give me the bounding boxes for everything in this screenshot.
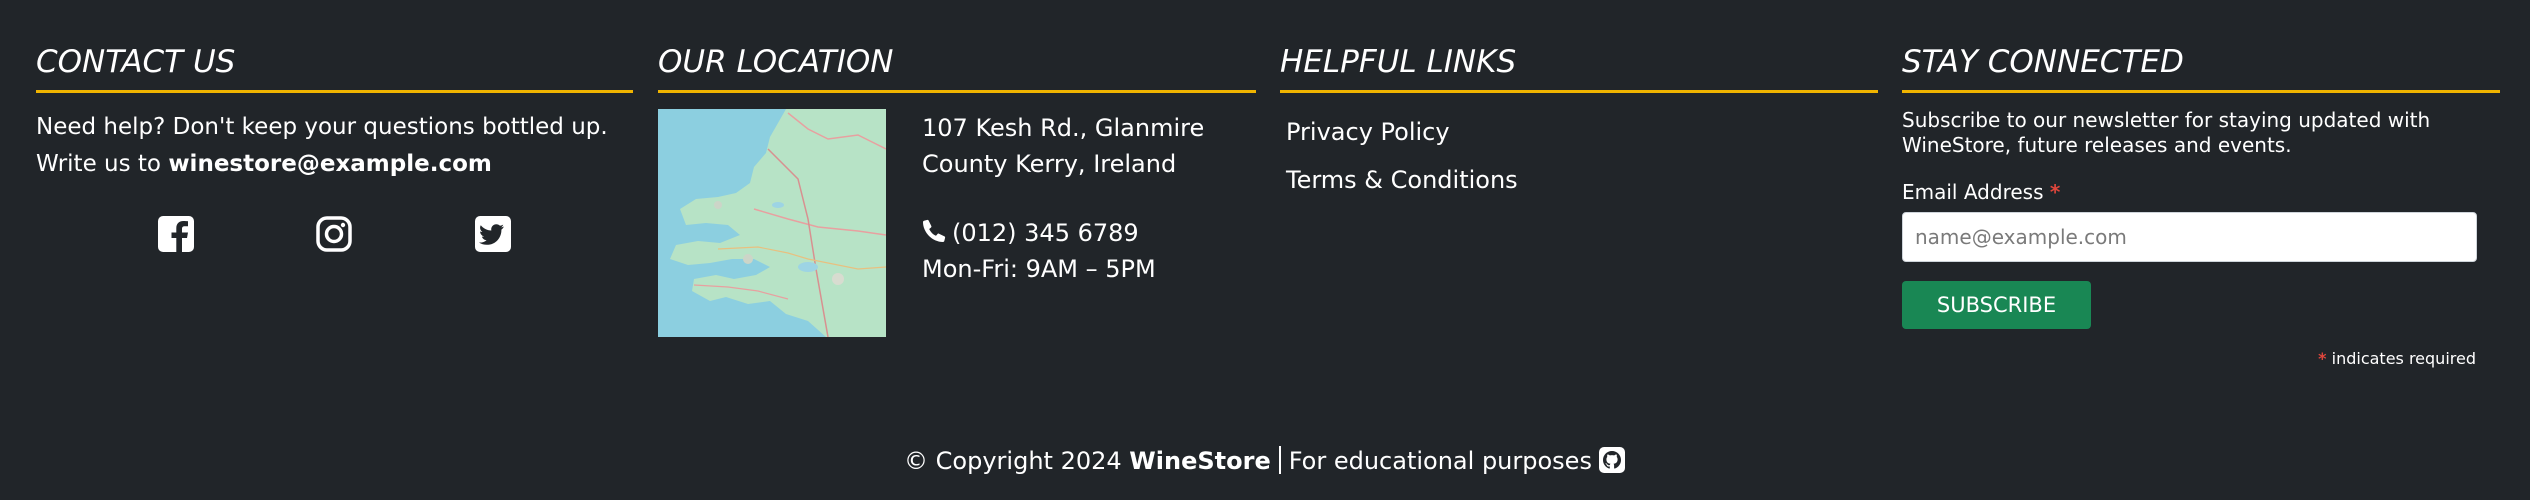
github-icon[interactable] <box>1598 446 1626 474</box>
address-line1: 107 Kesh Rd., Glanmire <box>922 114 1205 142</box>
separator <box>1278 446 1281 474</box>
phone: (012) 345 6789 <box>922 215 1139 251</box>
required-note-text: indicates required <box>2331 349 2476 368</box>
required-note: * indicates required <box>2318 349 2476 369</box>
twitter-icon[interactable] <box>474 214 512 254</box>
copyright-text: © Copyright 2024 <box>904 447 1122 475</box>
phone-icon <box>922 217 946 242</box>
email-input[interactable] <box>1902 212 2477 262</box>
brand-name: WineStore <box>1129 447 1271 475</box>
contact-line2: Write us to winestore@example.com <box>36 146 633 183</box>
opening-hours: Mon-Fri: 9AM – 5PM <box>922 255 1156 283</box>
email-label-text: Email Address <box>1902 180 2044 204</box>
location-section: OUR LOCATION 107 Kesh Rd., Glanmire Coun… <box>658 44 1256 337</box>
address: 107 Kesh Rd., Glanmire County Kerry, Ire… <box>922 110 1204 182</box>
subscribe-button[interactable]: SUBSCRIBE <box>1902 281 2091 329</box>
contact-heading: CONTACT US <box>36 44 633 93</box>
privacy-policy-link[interactable]: Privacy Policy <box>1286 114 1450 150</box>
contact-section: CONTACT US Need help? Don't keep your qu… <box>36 44 633 252</box>
required-star: * <box>2049 180 2061 204</box>
purpose-text: For educational purposes <box>1288 447 1592 475</box>
links-heading: HELPFUL LINKS <box>1280 44 1878 93</box>
location-heading: OUR LOCATION <box>658 44 1256 93</box>
contact-email[interactable]: winestore@example.com <box>168 151 492 177</box>
facebook-icon[interactable] <box>157 214 195 254</box>
contact-line2-prefix: Write us to <box>36 151 169 177</box>
terms-conditions-link[interactable]: Terms & Conditions <box>1286 162 1518 198</box>
links-section: HELPFUL LINKS Privacy Policy Terms & Con… <box>1280 44 1878 194</box>
newsletter-heading: STAY CONNECTED <box>1902 44 2500 93</box>
footer-copyright: © Copyright 2024 WineStore For educationa… <box>0 443 2530 479</box>
newsletter-description: Subscribe to our newsletter for staying … <box>1902 108 2431 157</box>
contact-text: Need help? Don't keep your questions bot… <box>36 109 633 183</box>
location-map[interactable] <box>658 109 886 337</box>
phone-number[interactable]: (012) 345 6789 <box>952 219 1139 247</box>
social-links <box>36 214 633 258</box>
instagram-icon[interactable] <box>315 214 353 254</box>
newsletter-section: STAY CONNECTED Subscribe to our newslett… <box>1902 44 2500 368</box>
email-label: Email Address * <box>1902 178 2060 206</box>
address-line2: County Kerry, Ireland <box>922 150 1177 178</box>
contact-line1: Need help? Don't keep your questions bot… <box>36 114 608 140</box>
required-note-star: * <box>2318 349 2327 368</box>
